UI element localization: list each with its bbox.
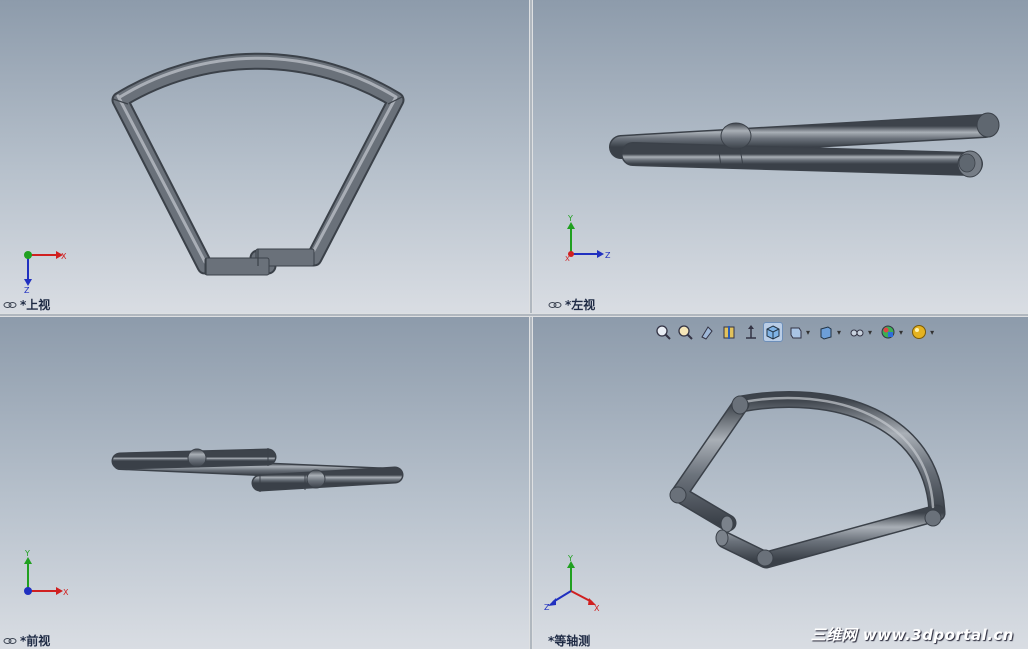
svg-text:X: X xyxy=(565,255,570,263)
top-view-model[interactable] xyxy=(0,0,529,313)
viewport-top[interactable]: X Z *上视 xyxy=(0,0,529,313)
isometric-view-model[interactable] xyxy=(533,317,1028,649)
viewport-isometric[interactable]: ▾ ▾ ▾ ▾ ▾ Y X Z *等轴测 三维网 www.3dportal.cn xyxy=(533,317,1028,649)
axis-triad: Y Z X xyxy=(565,214,611,263)
svg-text:Z: Z xyxy=(544,603,550,612)
view-name: *左视 xyxy=(565,298,596,312)
watermark: 三维网 www.3dportal.cn xyxy=(810,626,1014,644)
viewport-front[interactable]: Y X *前视 xyxy=(0,317,529,649)
view-label-left[interactable]: *左视 xyxy=(548,296,595,313)
axis-triad: X Z xyxy=(24,251,67,295)
link-view-icon xyxy=(3,637,17,644)
viewport-left[interactable]: Y Z X *左视 xyxy=(533,0,1028,313)
left-view-model[interactable] xyxy=(533,0,1028,313)
view-name: *上视 xyxy=(20,298,51,312)
viewport-splitter-vertical[interactable] xyxy=(529,0,533,649)
svg-text:Y: Y xyxy=(567,214,573,223)
link-view-icon xyxy=(3,301,17,308)
view-label-top[interactable]: *上视 xyxy=(3,296,50,313)
view-label-front[interactable]: *前视 xyxy=(3,632,50,649)
svg-text:X: X xyxy=(63,588,69,597)
link-view-icon xyxy=(548,301,562,308)
svg-text:Z: Z xyxy=(605,251,611,260)
axis-triad: Y X Z xyxy=(544,554,600,613)
viewport-splitter-horizontal[interactable] xyxy=(0,313,1028,317)
svg-text:Y: Y xyxy=(24,549,30,558)
axis-triad: Y X xyxy=(24,549,69,597)
view-name: *前视 xyxy=(20,634,51,648)
front-view-model[interactable] xyxy=(0,317,529,649)
svg-text:Z: Z xyxy=(24,286,30,295)
svg-text:X: X xyxy=(594,604,600,613)
view-label-isometric[interactable]: *等轴测 xyxy=(548,632,590,649)
svg-text:X: X xyxy=(61,252,67,261)
view-name: *等轴测 xyxy=(548,634,591,648)
svg-text:Y: Y xyxy=(567,554,573,563)
